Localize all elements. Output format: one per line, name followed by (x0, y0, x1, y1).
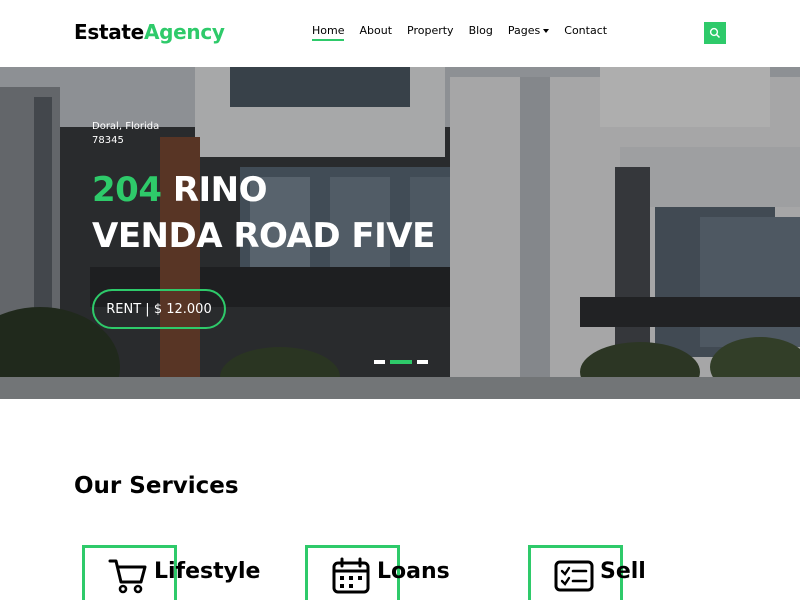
carousel-dot-2[interactable] (390, 360, 412, 364)
service-label: Loans (377, 559, 450, 584)
calendar-icon (332, 557, 370, 594)
checklist-icon (554, 560, 594, 592)
nav-pages-label: Pages (507, 24, 541, 37)
carousel-indicators (374, 360, 428, 364)
location-zip: 78345 (92, 135, 124, 146)
nav-about[interactable]: About (359, 24, 392, 41)
title-street: RINO (161, 170, 268, 210)
service-label: Lifestyle (154, 559, 261, 584)
hero-carousel[interactable]: Doral, Florida 78345 204 RINO VENDA ROAD… (0, 67, 800, 399)
service-label: Sell (600, 559, 646, 584)
services-heading: Our Services (74, 473, 239, 499)
nav-pages-dropdown[interactable]: Pages (507, 24, 550, 41)
search-button[interactable] (704, 22, 726, 44)
title-number: 204 (92, 170, 162, 210)
nav-blog[interactable]: Blog (469, 24, 493, 41)
nav-home[interactable]: Home (312, 24, 345, 41)
cart-icon (108, 559, 147, 594)
search-icon (709, 27, 721, 39)
title-line2: VENDA ROAD FIVE (92, 216, 435, 256)
property-title: 204 RINO VENDA ROAD FIVE (92, 167, 435, 259)
brand-logo[interactable]: EstateAgency (74, 20, 225, 44)
nav-property[interactable]: Property (407, 24, 454, 41)
brand-part-agency: Agency (143, 20, 225, 44)
carousel-dot-3[interactable] (417, 360, 428, 364)
main-nav: Home About Property Blog Pages Contact (312, 24, 622, 41)
rent-price-button[interactable]: RENT | $ 12.000 (92, 289, 226, 329)
property-location: Doral, Florida 78345 (92, 120, 159, 148)
navbar: EstateAgency Home About Property Blog Pa… (0, 0, 800, 67)
brand-part-estate: Estate (74, 20, 144, 44)
carousel-dot-1[interactable] (374, 360, 385, 364)
caret-down-icon (543, 29, 550, 33)
nav-contact[interactable]: Contact (564, 24, 607, 41)
location-city: Doral, Florida (92, 121, 160, 132)
